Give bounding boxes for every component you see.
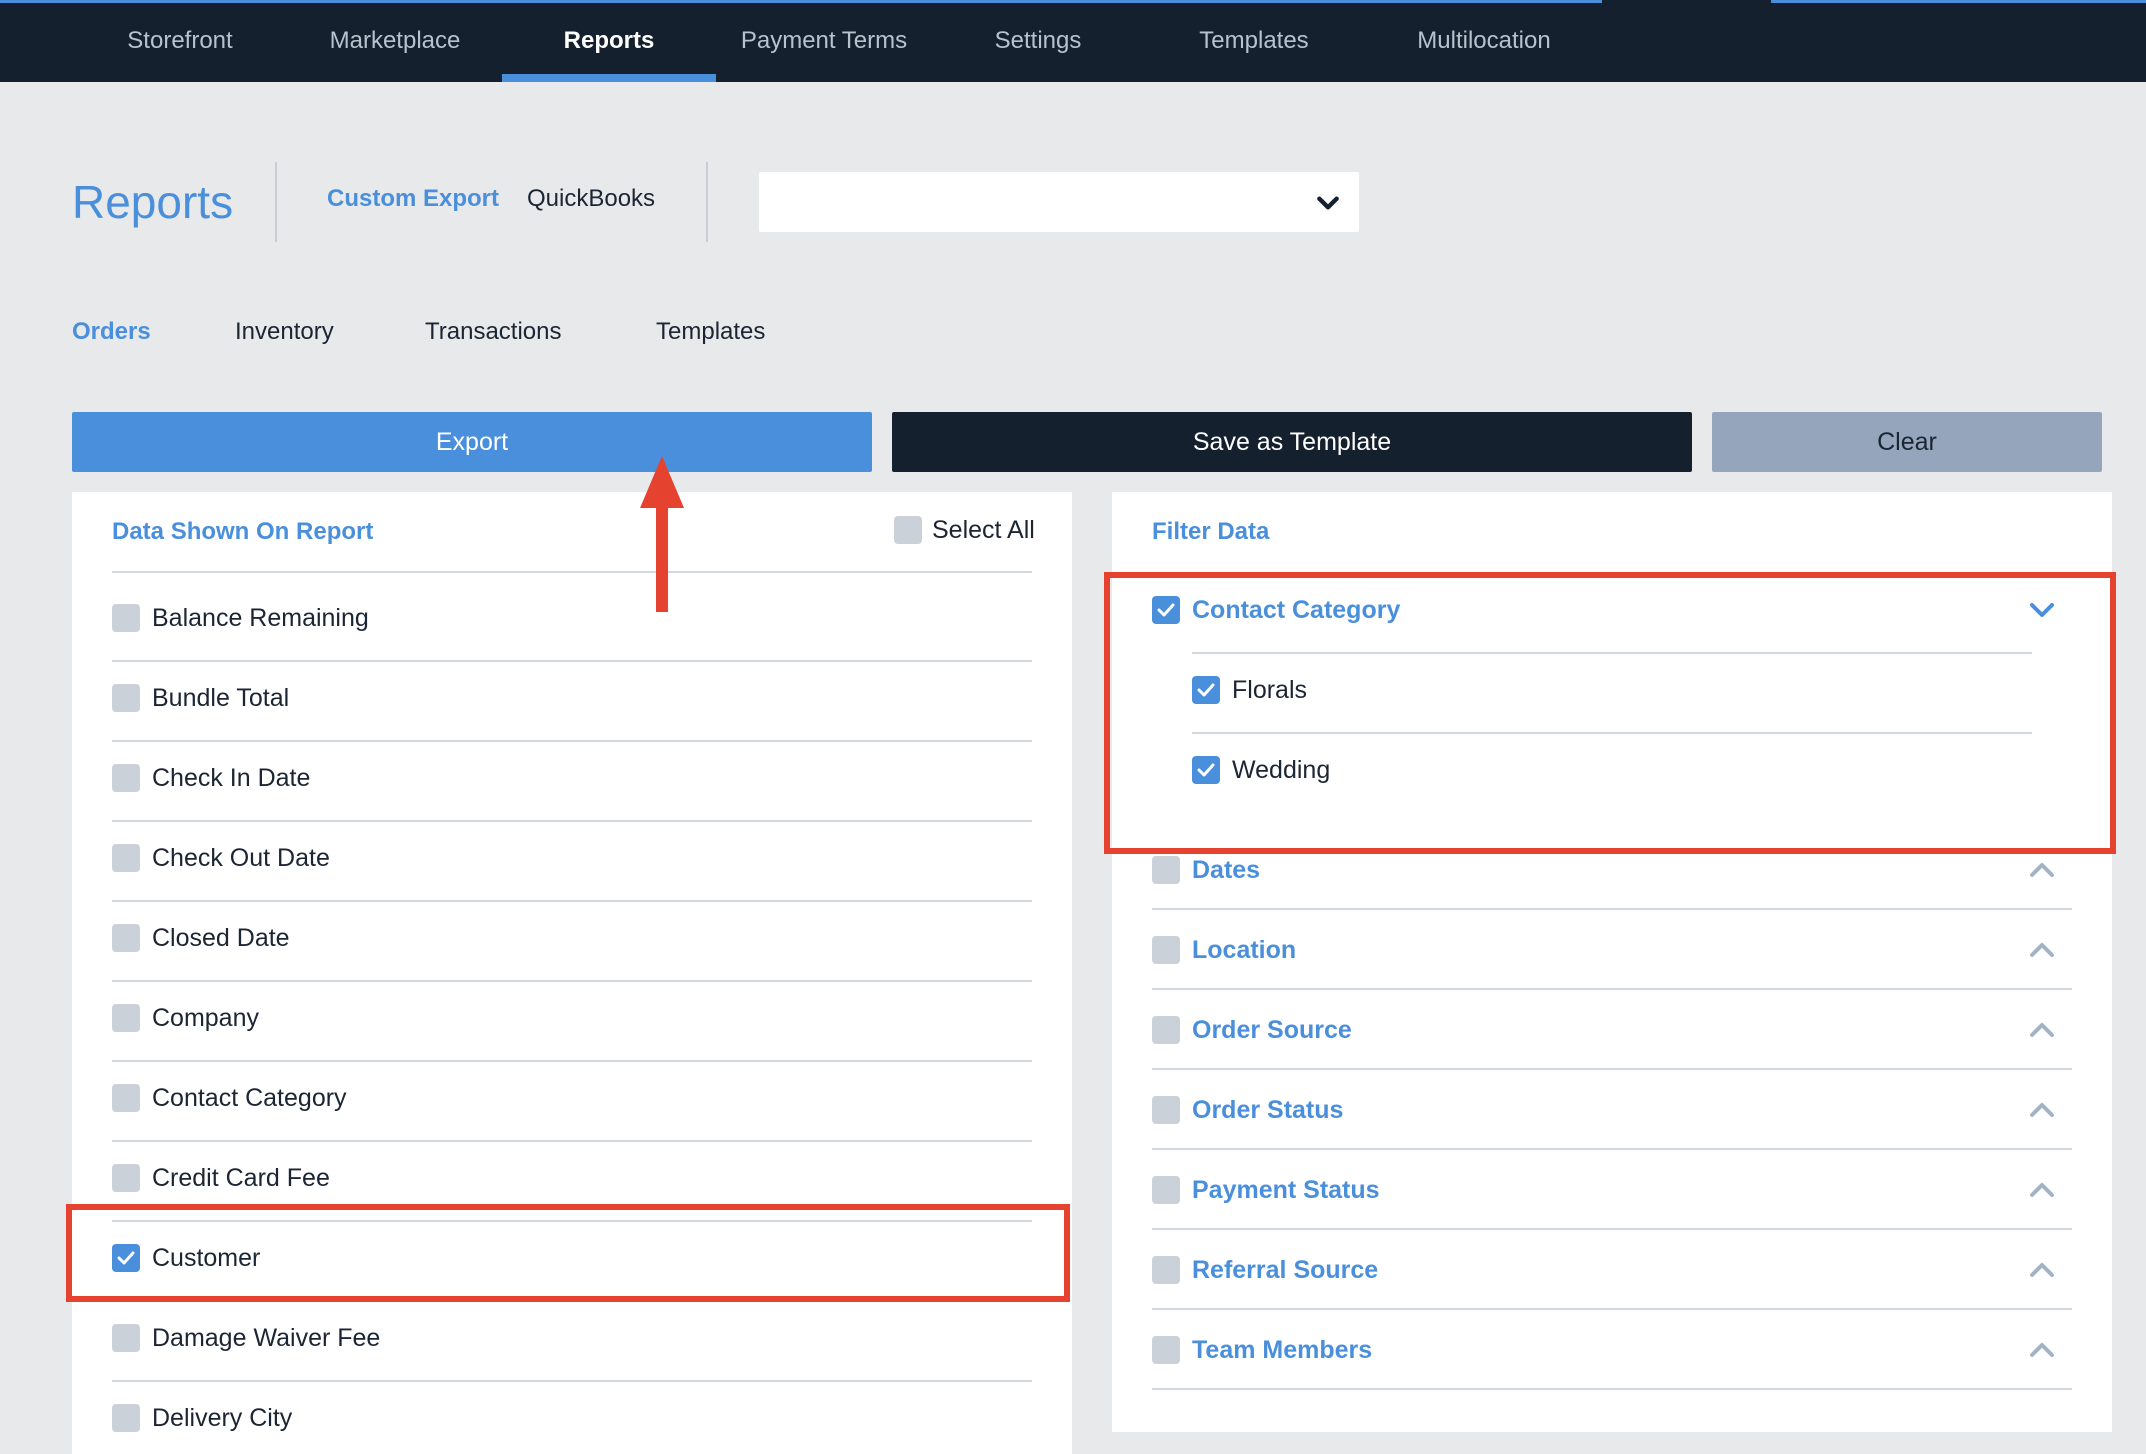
- filter-group-checkbox[interactable]: [1152, 1256, 1180, 1284]
- highlight-customer: [66, 1204, 1070, 1302]
- divider: [112, 1140, 1032, 1142]
- filter-group-label[interactable]: Order Source: [1192, 1016, 1352, 1045]
- page-title: Reports: [72, 176, 234, 228]
- nav-storefront[interactable]: Storefront: [100, 0, 260, 82]
- chevron-up-icon[interactable]: [2028, 1100, 2056, 1120]
- nav-reports[interactable]: Reports: [502, 0, 716, 82]
- nav-templates[interactable]: Templates: [1174, 0, 1334, 82]
- field-label: Bundle Total: [152, 684, 290, 712]
- chevron-up-icon[interactable]: [2028, 860, 2056, 880]
- filter-group-label[interactable]: Team Members: [1192, 1336, 1372, 1365]
- divider: [112, 571, 1032, 573]
- tab-transactions[interactable]: Transactions: [425, 318, 562, 346]
- field-checkbox[interactable]: [112, 844, 140, 872]
- top-nav: Storefront Marketplace Reports Payment T…: [0, 0, 2146, 82]
- field-label: Balance Remaining: [152, 604, 369, 632]
- chevron-down-icon: [1317, 196, 1339, 210]
- divider: [1152, 988, 2072, 990]
- field-label: Contact Category: [152, 1084, 347, 1112]
- filter-group-label[interactable]: Referral Source: [1192, 1256, 1378, 1285]
- field-checkbox[interactable]: [112, 1404, 140, 1432]
- header-divider: [275, 162, 277, 242]
- field-checkbox[interactable]: [112, 1324, 140, 1352]
- chevron-up-icon[interactable]: [2028, 1180, 2056, 1200]
- filter-panel-title: Filter Data: [1152, 518, 1270, 545]
- filter-group-label[interactable]: Payment Status: [1192, 1176, 1380, 1205]
- divider: [112, 740, 1032, 742]
- filter-group-label[interactable]: Order Status: [1192, 1096, 1343, 1125]
- chevron-up-icon[interactable]: [2028, 1020, 2056, 1040]
- filter-group-checkbox[interactable]: [1152, 856, 1180, 884]
- nav-marketplace[interactable]: Marketplace: [310, 0, 480, 82]
- divider: [1152, 1388, 2072, 1390]
- template-select[interactable]: [759, 172, 1359, 232]
- field-label: Damage Waiver Fee: [152, 1324, 381, 1352]
- divider: [112, 980, 1032, 982]
- field-label: Check Out Date: [152, 844, 330, 872]
- filter-group-checkbox[interactable]: [1152, 1336, 1180, 1364]
- field-checkbox[interactable]: [112, 764, 140, 792]
- tab-orders[interactable]: Orders: [72, 318, 151, 346]
- nav-settings[interactable]: Settings: [968, 0, 1108, 82]
- filter-group-label[interactable]: Dates: [1192, 856, 1260, 885]
- divider: [112, 1380, 1032, 1382]
- filter-group-checkbox[interactable]: [1152, 936, 1180, 964]
- tab-templates[interactable]: Templates: [656, 318, 765, 346]
- nav-multilocation[interactable]: Multilocation: [1386, 0, 1582, 82]
- select-all-checkbox[interactable]: [894, 516, 922, 544]
- divider: [112, 820, 1032, 822]
- divider: [112, 660, 1032, 662]
- divider: [1152, 1068, 2072, 1070]
- divider: [112, 900, 1032, 902]
- divider: [1152, 1148, 2072, 1150]
- field-checkbox[interactable]: [112, 684, 140, 712]
- highlight-contact-category: [1104, 572, 2116, 854]
- tab-inventory[interactable]: Inventory: [235, 318, 334, 346]
- filter-group-checkbox[interactable]: [1152, 1176, 1180, 1204]
- divider: [1152, 1308, 2072, 1310]
- field-label: Credit Card Fee: [152, 1164, 330, 1192]
- quickbooks-link[interactable]: QuickBooks: [527, 185, 655, 213]
- data-panel-title: Data Shown On Report: [112, 518, 374, 545]
- field-checkbox[interactable]: [112, 1164, 140, 1192]
- divider: [1152, 1228, 2072, 1230]
- export-button[interactable]: Export: [72, 412, 872, 472]
- divider: [1152, 908, 2072, 910]
- field-checkbox[interactable]: [112, 1084, 140, 1112]
- field-checkbox[interactable]: [112, 604, 140, 632]
- field-checkbox[interactable]: [112, 1004, 140, 1032]
- field-label: Delivery City: [152, 1404, 293, 1432]
- clear-button[interactable]: Clear: [1712, 412, 2102, 472]
- field-checkbox[interactable]: [112, 924, 140, 952]
- data-shown-panel: Data Shown On Report Select All Balance …: [72, 492, 1072, 1454]
- nav-accent-line: [1771, 0, 2146, 3]
- field-label: Check In Date: [152, 764, 311, 792]
- select-all-label: Select All: [932, 516, 1035, 544]
- nav-payment-terms[interactable]: Payment Terms: [722, 0, 926, 82]
- header-divider: [706, 162, 708, 242]
- chevron-up-icon[interactable]: [2028, 1340, 2056, 1360]
- filter-group-checkbox[interactable]: [1152, 1016, 1180, 1044]
- custom-export-link[interactable]: Custom Export: [327, 185, 499, 213]
- chevron-up-icon[interactable]: [2028, 940, 2056, 960]
- field-label: Closed Date: [152, 924, 290, 952]
- filter-group-checkbox[interactable]: [1152, 1096, 1180, 1124]
- field-label: Company: [152, 1004, 259, 1032]
- arrow-up-icon: [640, 456, 684, 612]
- divider: [112, 1060, 1032, 1062]
- chevron-up-icon[interactable]: [2028, 1260, 2056, 1280]
- filter-group-label[interactable]: Location: [1192, 936, 1296, 965]
- save-as-template-button[interactable]: Save as Template: [892, 412, 1692, 472]
